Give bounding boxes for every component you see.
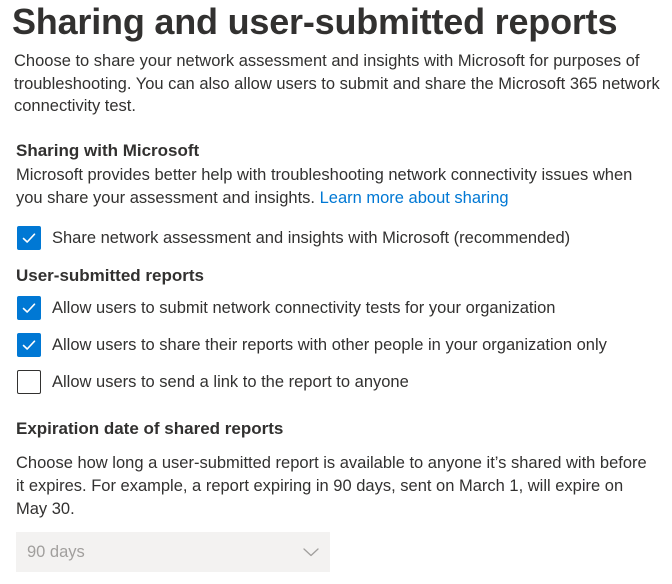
expiration-select-value: 90 days [27, 542, 85, 561]
expiration-select[interactable]: 90 days [16, 532, 330, 572]
intro-text: Choose to share your network assessment … [14, 52, 660, 115]
checkbox-checked-icon[interactable] [17, 296, 41, 320]
chevron-down-icon [303, 548, 319, 557]
user-reports-heading: User-submitted reports [16, 266, 204, 285]
checkmark-icon [22, 233, 36, 243]
page-title: Sharing and user-submitted reports [12, 1, 618, 42]
checkbox-unchecked-icon[interactable] [17, 370, 41, 394]
allow-share-in-org-label: Allow users to share their reports with … [52, 336, 607, 354]
sharing-description: Microsoft provides better help with trou… [16, 164, 656, 210]
share-with-microsoft-label: Share network assessment and insights wi… [52, 229, 571, 247]
checkbox-checked-icon[interactable] [17, 226, 41, 250]
expiration-description: Choose how long a user-submitted report … [16, 454, 647, 518]
share-with-microsoft-checkbox[interactable]: Share network assessment and insights wi… [17, 225, 570, 251]
checkmark-icon [22, 303, 36, 313]
allow-send-link-anyone-label: Allow users to send a link to the report… [52, 373, 409, 391]
learn-more-sharing-link[interactable]: Learn more about sharing [320, 189, 509, 207]
checkbox-checked-icon[interactable] [17, 333, 41, 357]
expiration-heading: Expiration date of shared reports [16, 419, 284, 438]
allow-send-link-anyone-checkbox[interactable]: Allow users to send a link to the report… [17, 369, 409, 395]
allow-submit-tests-checkbox[interactable]: Allow users to submit network connectivi… [17, 295, 555, 321]
checkmark-icon [22, 340, 36, 350]
allow-share-in-org-checkbox[interactable]: Allow users to share their reports with … [17, 332, 607, 358]
sharing-heading: Sharing with Microsoft [16, 141, 200, 160]
allow-submit-tests-label: Allow users to submit network connectivi… [52, 299, 556, 317]
